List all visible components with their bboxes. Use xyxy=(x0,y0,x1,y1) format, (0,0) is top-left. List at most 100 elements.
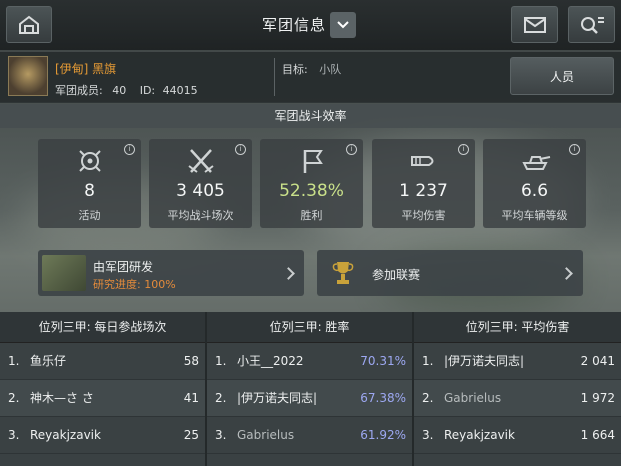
row-value: 1 664 xyxy=(580,428,615,442)
player-name: 小王__2022 xyxy=(237,354,304,368)
row-value: 41 xyxy=(183,391,199,405)
info-icon[interactable]: i xyxy=(569,144,580,155)
rank: 2. xyxy=(422,391,434,405)
crossed-swords-icon xyxy=(188,149,214,173)
clan-meta: 军团成员: 40 ID: 44015 xyxy=(55,82,198,98)
player-name: Gabrielus xyxy=(444,391,502,405)
stat-value: 3 405 xyxy=(176,181,225,201)
clan-target: 目标: 小队 xyxy=(282,61,341,77)
stat-card-avg-damage: i 1 237 平均伤害 xyxy=(372,139,475,228)
row-value: 70.31% xyxy=(360,354,406,368)
stat-value: 8 xyxy=(84,181,95,201)
stat-label: 胜利 xyxy=(300,209,323,222)
members-count: 40 xyxy=(112,84,127,97)
leaderboard-row[interactable]: 2. Gabrielus 1 972 xyxy=(414,380,621,417)
title-dropdown-button[interactable] xyxy=(330,12,356,38)
research-progress: 研究进度: 100% xyxy=(93,278,176,291)
stat-card-avg-battles: i 3 405 平均战斗场次 xyxy=(149,139,252,228)
leaderboard-row[interactable]: 2. 神木—さ さ 41 xyxy=(0,380,205,417)
top-bar: 军团信息 xyxy=(0,0,621,50)
target-label: 目标: xyxy=(282,63,308,76)
stat-label: 平均车辆等级 xyxy=(501,209,568,222)
leaderboard-title: 位列三甲: 胜率 xyxy=(207,312,412,343)
stat-value: 6.6 xyxy=(520,181,549,201)
research-title: 由军团研发 xyxy=(93,260,154,274)
stat-card-activity: i 8 活动 xyxy=(38,139,141,228)
player-name: Reyakjzavik xyxy=(30,428,101,442)
stat-card-wins: i 52.38% 胜利 xyxy=(260,139,363,228)
leaderboard-row[interactable]: 3. Reyakjzavik 1 664 xyxy=(414,417,621,454)
rank: 2. xyxy=(8,391,20,405)
id-value: 44015 xyxy=(162,84,198,97)
target-icon xyxy=(79,150,101,172)
home-icon xyxy=(19,15,39,34)
league-title: 参加联赛 xyxy=(372,268,421,282)
target-value: 小队 xyxy=(319,63,342,76)
leaderboard-row[interactable]: 1. 鱼乐仔 58 xyxy=(0,343,205,380)
tank-icon xyxy=(522,156,551,170)
rank: 1. xyxy=(422,354,434,368)
rank: 3. xyxy=(215,428,227,442)
chevron-down-icon xyxy=(337,21,349,29)
info-icon[interactable]: i xyxy=(235,144,246,155)
clan-search-button[interactable] xyxy=(568,6,615,43)
flag-icon xyxy=(303,150,323,173)
stat-value: 1 237 xyxy=(399,181,448,201)
rank: 1. xyxy=(8,354,20,368)
player-name: Gabrielus xyxy=(237,428,295,442)
row-value: 58 xyxy=(183,354,199,368)
clan-header: [伊甸] 黑旗 军团成员: 40 ID: 44015 目标: 小队 人员 xyxy=(0,52,621,103)
stat-value: 52.38% xyxy=(279,181,344,201)
research-icon xyxy=(42,255,86,291)
row-value: 67.38% xyxy=(360,391,406,405)
player-name: |伊万诺夫同志| xyxy=(444,354,525,368)
leaderboard-row[interactable]: 1. 小王__2022 70.31% xyxy=(207,343,412,380)
mail-icon xyxy=(523,16,546,33)
stat-label: 平均战斗场次 xyxy=(167,209,234,222)
row-value: 25 xyxy=(183,428,199,442)
stat-card-avg-tier: i 6.6 平均车辆等级 xyxy=(483,139,586,228)
row-value: 61.92% xyxy=(360,428,406,442)
join-league-button[interactable]: 参加联赛 xyxy=(317,250,583,296)
clan-research-button[interactable]: 由军团研发 研究进度: 100% xyxy=(38,250,304,296)
info-icon[interactable]: i xyxy=(346,144,357,155)
player-name: 鱼乐仔 xyxy=(30,354,67,368)
rank: 1. xyxy=(215,354,227,368)
leaderboard-row[interactable]: 1. |伊万诺夫同志| 2 041 xyxy=(414,343,621,380)
home-button[interactable] xyxy=(6,6,52,43)
row-value: 1 972 xyxy=(580,391,615,405)
leaderboard-row[interactable]: 3. Gabrielus 61.92% xyxy=(207,417,412,454)
stat-label: 平均伤害 xyxy=(401,209,446,222)
leaderboard-avg-damage: 位列三甲: 平均伤害 1. |伊万诺夫同志| 2 041 2. Gabrielus 1 … xyxy=(414,312,621,466)
player-name: 神木—さ さ xyxy=(30,391,94,405)
rank: 3. xyxy=(8,428,20,442)
info-icon[interactable]: i xyxy=(124,144,135,155)
rank: 2. xyxy=(215,391,227,405)
leaderboard-title: 位列三甲: 每日参战场次 xyxy=(0,312,205,343)
efficiency-title: 军团战斗效率 xyxy=(0,104,621,128)
header-divider xyxy=(274,58,275,96)
stat-label: 活动 xyxy=(78,209,101,222)
clan-name: [伊甸] 黑旗 xyxy=(55,62,117,76)
members-button[interactable]: 人员 xyxy=(510,57,614,95)
search-clan-icon xyxy=(580,16,604,34)
mail-button[interactable] xyxy=(511,6,558,43)
page-title: 军团信息 xyxy=(262,16,327,34)
player-name: |伊万诺夫同志| xyxy=(237,391,318,405)
leaderboard-row[interactable]: 3. Reyakjzavik 25 xyxy=(0,417,205,454)
leaderboard-win-rate: 位列三甲: 胜率 1. 小王__2022 70.31% 2. |伊万诺夫同志| 67.3… xyxy=(207,312,412,466)
trophy-icon xyxy=(332,262,354,284)
clan-emblem xyxy=(8,56,48,96)
info-icon[interactable]: i xyxy=(458,144,469,155)
leaderboard-title: 位列三甲: 平均伤害 xyxy=(414,312,621,343)
rank: 3. xyxy=(422,428,434,442)
chevron-right-icon xyxy=(282,267,295,280)
row-value: 2 041 xyxy=(580,354,615,368)
shell-icon xyxy=(411,156,434,166)
chevron-right-icon xyxy=(560,267,573,280)
leaderboard-daily-battles: 位列三甲: 每日参战场次 1. 鱼乐仔 58 2. 神木—さ さ 41 3. Reyakj… xyxy=(0,312,205,466)
members-label: 军团成员: xyxy=(55,84,103,97)
player-name: Reyakjzavik xyxy=(444,428,515,442)
leaderboard-row[interactable]: 2. |伊万诺夫同志| 67.38% xyxy=(207,380,412,417)
id-label: ID: xyxy=(139,84,156,97)
